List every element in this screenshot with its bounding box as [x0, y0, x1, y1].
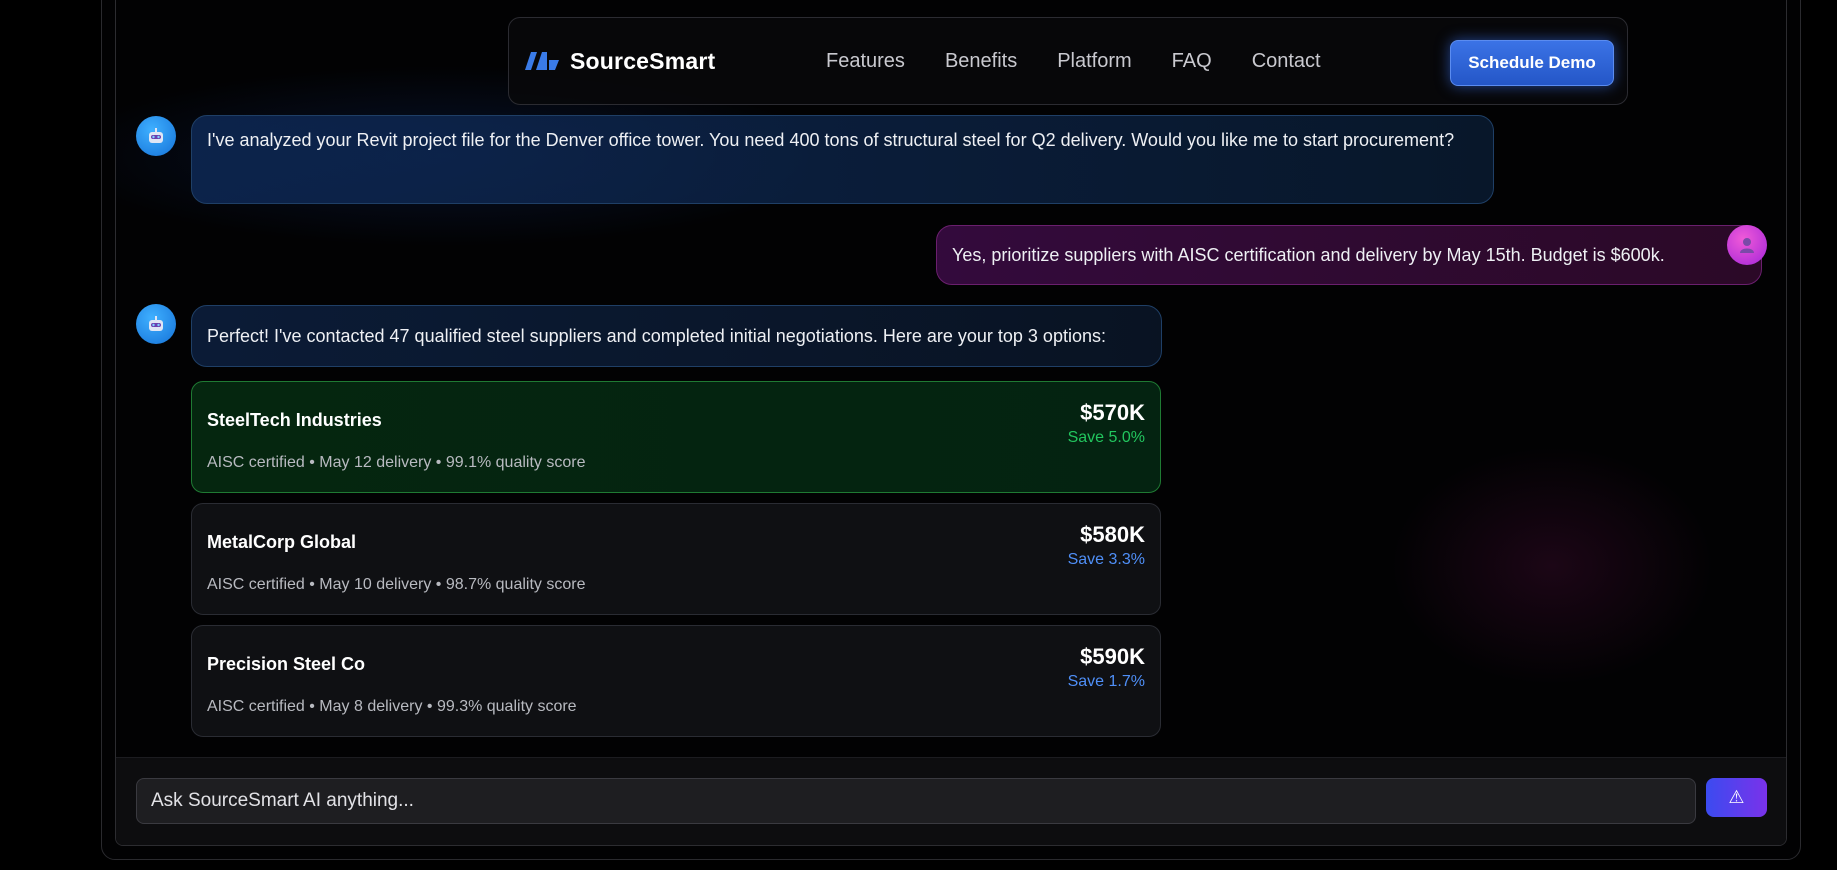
- robot-icon: [149, 316, 163, 331]
- supplier-card[interactable]: Precision Steel Co AISC certified • May …: [191, 625, 1161, 737]
- nav-link-contact[interactable]: Contact: [1252, 50, 1321, 73]
- schedule-demo-button[interactable]: Schedule Demo: [1450, 40, 1614, 86]
- supplier-price: $590K: [1080, 644, 1145, 669]
- robot-icon: [149, 128, 163, 143]
- chat-window: SourceSmart Features Benefits Platform F…: [115, 0, 1787, 846]
- send-button[interactable]: ⚠: [1706, 778, 1767, 817]
- user-icon: [1740, 238, 1754, 253]
- supplier-savings: Save 1.7%: [1067, 673, 1145, 690]
- supplier-name: Precision Steel Co: [207, 654, 366, 674]
- supplier-details: AISC certified • May 10 delivery • 98.7%…: [207, 576, 586, 593]
- user-avatar: [1727, 225, 1767, 265]
- supplier-name: SteelTech Industries: [207, 410, 382, 430]
- chat-input[interactable]: [136, 778, 1696, 824]
- supplier-savings: Save 5.0%: [1067, 429, 1145, 446]
- supplier-card[interactable]: SteelTech Industries AISC certified • Ma…: [191, 381, 1161, 493]
- sourcesmart-logo-icon: [525, 52, 559, 70]
- ai-avatar: [136, 116, 176, 156]
- supplier-card[interactable]: MetalCorp Global AISC certified • May 10…: [191, 503, 1161, 615]
- top-navbar: SourceSmart Features Benefits Platform F…: [508, 17, 1628, 105]
- ai-avatar: [136, 304, 176, 344]
- supplier-savings: Save 3.3%: [1067, 551, 1145, 568]
- brand-name: SourceSmart: [570, 47, 716, 74]
- supplier-name: MetalCorp Global: [207, 532, 357, 552]
- ai-message-text: I've analyzed your Revit project file fo…: [207, 130, 1455, 150]
- nav-links: Features Benefits Platform FAQ Contact: [826, 18, 1321, 104]
- supplier-details: AISC certified • May 8 delivery • 99.3% …: [207, 698, 577, 715]
- brand[interactable]: SourceSmart: [524, 18, 715, 104]
- supplier-price: $570K: [1080, 400, 1145, 425]
- ai-message-bubble: I've analyzed your Revit project file fo…: [191, 115, 1494, 204]
- supplier-price: $580K: [1080, 522, 1145, 547]
- nav-link-platform[interactable]: Platform: [1057, 50, 1131, 73]
- user-message-bubble: Yes, prioritize suppliers with AISC cert…: [936, 225, 1762, 285]
- ai-message-bubble: Perfect! I've contacted 47 qualified ste…: [191, 305, 1162, 367]
- nav-link-faq[interactable]: FAQ: [1172, 50, 1212, 73]
- message-composer: ⚠: [116, 757, 1786, 845]
- nav-link-features[interactable]: Features: [826, 50, 905, 73]
- nav-link-benefits[interactable]: Benefits: [945, 50, 1017, 73]
- ai-message-text: Perfect! I've contacted 47 qualified ste…: [207, 326, 1106, 346]
- supplier-details: AISC certified • May 12 delivery • 99.1%…: [207, 454, 586, 471]
- send-icon: ⚠: [1728, 787, 1745, 807]
- user-message-text: Yes, prioritize suppliers with AISC cert…: [952, 245, 1665, 265]
